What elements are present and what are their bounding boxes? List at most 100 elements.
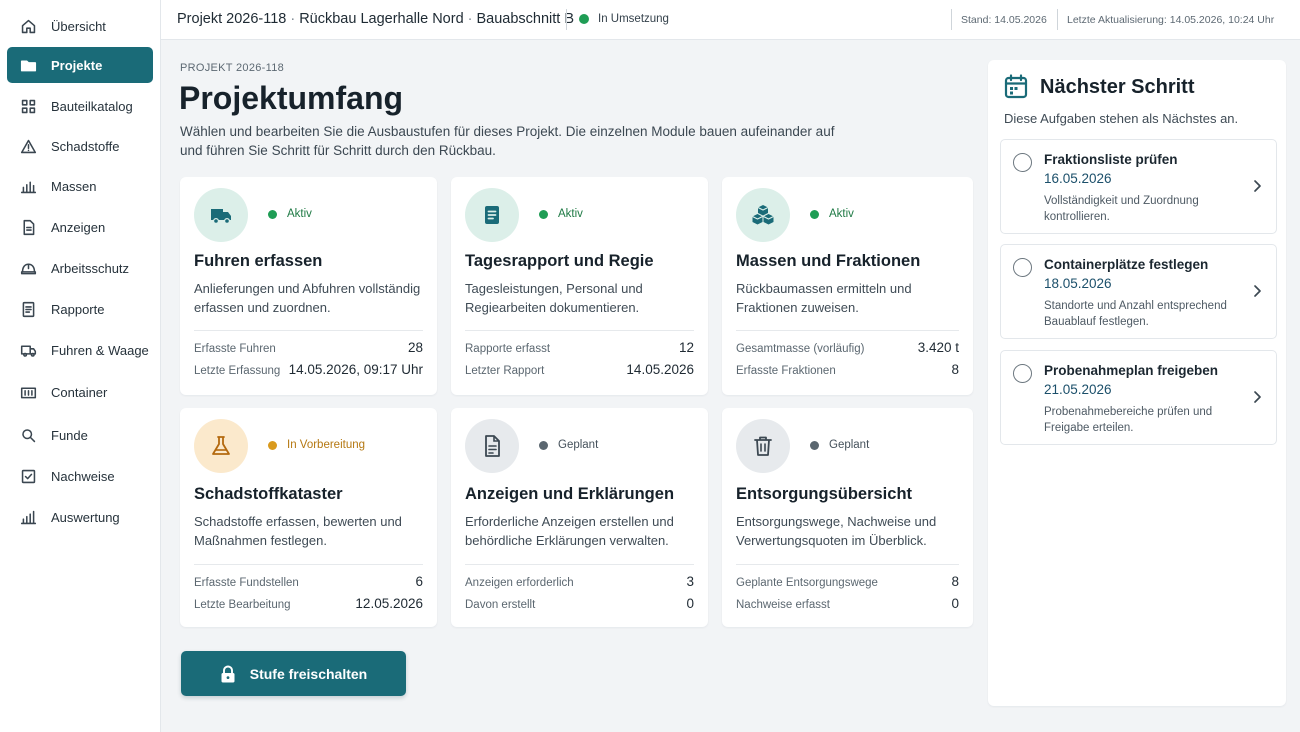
- sidebar-item-label: Funde: [51, 427, 88, 443]
- card-description: Schadstoffe erfassen, bewerten und Maßna…: [194, 514, 402, 548]
- truck-icon: [19, 341, 37, 359]
- folder-icon: [19, 56, 37, 74]
- sidebar-item-auswertung[interactable]: Auswertung: [7, 499, 153, 535]
- module-card-anzeigen[interactable]: Geplant Anzeigen und Erklärungen Erforde…: [451, 408, 708, 627]
- project-eyebrow: PROJEKT 2026-118: [180, 62, 285, 74]
- sidebar-item-fuhren-waage[interactable]: Fuhren & Waage: [7, 332, 153, 368]
- project-status-label: In Umsetzung: [598, 13, 669, 25]
- card-title: Anzeigen und Erklärungen: [465, 485, 675, 503]
- task-date: 18.05.2026: [1044, 276, 1112, 291]
- card-description: Erforderliche Anzeigen erstellen und beh…: [465, 514, 674, 548]
- status-dot: [268, 440, 277, 450]
- task-item[interactable]: Fraktionsliste prüfen 16.05.2026 Vollstä…: [1000, 139, 1277, 234]
- sidebar-item-arbeitsschutz[interactable]: Arbeitsschutz: [7, 250, 153, 286]
- card-description: Entsorgungswege, Nachweise und Verwertun…: [736, 514, 937, 548]
- divider: [736, 330, 959, 331]
- boxes-icon: [736, 188, 790, 242]
- task-title: Probenahmeplan freigeben: [1044, 363, 1219, 378]
- top-bar: Projekt 2026-118 · Rückbau Lagerhalle Nord…: [161, 0, 1300, 40]
- unlock-stage-button[interactable]: Stufe freischalten: [181, 651, 406, 696]
- divider: [465, 330, 694, 331]
- sidebar-item-massen[interactable]: Massen: [7, 168, 153, 204]
- module-card-massen[interactable]: Aktiv Massen und Fraktionen Rückbaumasse…: [722, 177, 973, 395]
- status-badge: Geplant: [539, 439, 598, 451]
- task-note: Standorte und Anzahl entsprechend Bauabl…: [1044, 300, 1227, 328]
- card-stat: Nachweise erfasst 0: [736, 596, 959, 611]
- sidebar-item-uebersicht[interactable]: Übersicht: [7, 8, 153, 44]
- sidebar-item-schadstoffe[interactable]: Schadstoffe: [7, 128, 153, 164]
- task-date: 21.05.2026: [1044, 382, 1112, 397]
- sidebar-item-label: Projekte: [51, 57, 103, 73]
- document-icon: [465, 419, 519, 473]
- divider: [194, 564, 423, 565]
- card-title: Schadstoffkataster: [194, 485, 343, 503]
- task-checkbox[interactable]: [1013, 364, 1032, 383]
- chevron-right-icon: [1254, 391, 1261, 403]
- status-dot: [539, 440, 548, 450]
- report-icon: [19, 300, 37, 318]
- card-stat: Letzte Erfassung 14.05.2026, 09:17 Uhr: [194, 362, 423, 377]
- divider: [951, 9, 952, 30]
- divider: [1057, 9, 1058, 30]
- card-stat: Letzter Rapport 14.05.2026: [465, 362, 694, 377]
- sidebar-item-label: Container: [51, 384, 108, 400]
- status-badge: Aktiv: [539, 208, 583, 220]
- status-badge: Aktiv: [268, 208, 312, 220]
- card-description: Rückbaumassen ermitteln und Fraktionen z…: [736, 281, 912, 315]
- task-item[interactable]: Probenahmeplan freigeben 21.05.2026 Prob…: [1000, 350, 1277, 445]
- sidebar-item-anzeigen[interactable]: Anzeigen: [7, 209, 153, 245]
- card-title: Tagesrapport und Regie: [465, 252, 654, 270]
- card-description: Anlieferungen und Abfuhren vollständig e…: [194, 281, 421, 315]
- sidebar-item-container[interactable]: Container: [7, 374, 153, 410]
- last-updated: Letzte Aktualisierung: 14.05.2026, 10:24…: [1067, 14, 1275, 26]
- lock-icon: [221, 665, 235, 682]
- module-card-schadstoffkataster[interactable]: In Vorbereitung Schadstoffkataster Schad…: [180, 408, 437, 627]
- sidebar: Übersicht Projekte Bauteilkatalog Schads…: [0, 0, 161, 732]
- breadcrumb-project-id[interactable]: Projekt 2026-118: [177, 11, 286, 27]
- warning-icon: [19, 137, 37, 155]
- sidebar-item-rapporte[interactable]: Rapporte: [7, 291, 153, 327]
- report-icon: [465, 188, 519, 242]
- divider: [566, 9, 567, 30]
- status-dot: [539, 209, 548, 219]
- next-step-panel: Nächster Schritt Diese Aufgaben stehen a…: [988, 60, 1286, 706]
- sidebar-item-projekte[interactable]: Projekte: [7, 47, 153, 83]
- sidebar-item-bauteilkatalog[interactable]: Bauteilkatalog: [7, 88, 153, 124]
- flask-icon: [194, 419, 248, 473]
- status-dot: [268, 209, 277, 219]
- task-item[interactable]: Containerplätze festlegen 18.05.2026 Sta…: [1000, 244, 1277, 339]
- card-title: Fuhren erfassen: [194, 252, 323, 270]
- sidebar-item-label: Nachweise: [51, 468, 115, 484]
- sidebar-item-funde[interactable]: Funde: [7, 417, 153, 453]
- chevron-right-icon: [1254, 180, 1261, 192]
- analytics-icon: [19, 508, 37, 526]
- task-date: 16.05.2026: [1044, 171, 1112, 186]
- breadcrumb-section[interactable]: Bauabschnitt B: [476, 11, 574, 27]
- sidebar-item-label: Übersicht: [51, 18, 106, 34]
- card-stat: Gesamtmasse (vorläufig) 3.420 t: [736, 340, 959, 355]
- status-badge: Aktiv: [810, 208, 854, 220]
- task-checkbox[interactable]: [1013, 258, 1032, 277]
- sidebar-item-label: Schadstoffe: [51, 138, 120, 154]
- task-checkbox[interactable]: [1013, 153, 1032, 172]
- chevron-right-icon: [1254, 285, 1261, 297]
- breadcrumb-project-name[interactable]: Rückbau Lagerhalle Nord: [299, 11, 463, 27]
- sidebar-item-nachweise[interactable]: Nachweise: [7, 458, 153, 494]
- home-icon: [19, 17, 37, 35]
- task-title: Containerplätze festlegen: [1044, 257, 1209, 272]
- sidebar-item-label: Auswertung: [51, 509, 120, 525]
- module-card-fuhren[interactable]: Aktiv Fuhren erfassen Anlieferungen und …: [180, 177, 437, 395]
- sidebar-item-label: Bauteilkatalog: [51, 98, 133, 114]
- module-card-tagesrapport[interactable]: Aktiv Tagesrapport und Regie Tagesleistu…: [451, 177, 708, 395]
- sidebar-item-label: Anzeigen: [51, 219, 106, 235]
- sidebar-item-label: Rapporte: [51, 301, 105, 317]
- divider: [465, 564, 694, 565]
- card-stat: Erfasste Fundstellen 6: [194, 574, 423, 589]
- status-dot: [579, 14, 589, 24]
- calendar-icon: [1004, 74, 1028, 99]
- task-title: Fraktionsliste prüfen: [1044, 152, 1178, 167]
- project-status: In Umsetzung: [579, 13, 669, 25]
- grid-icon: [19, 97, 37, 115]
- module-card-entsorgung[interactable]: Geplant Entsorgungsübersicht Entsorgungs…: [722, 408, 973, 627]
- card-stat: Rapporte erfasst 12: [465, 340, 694, 355]
